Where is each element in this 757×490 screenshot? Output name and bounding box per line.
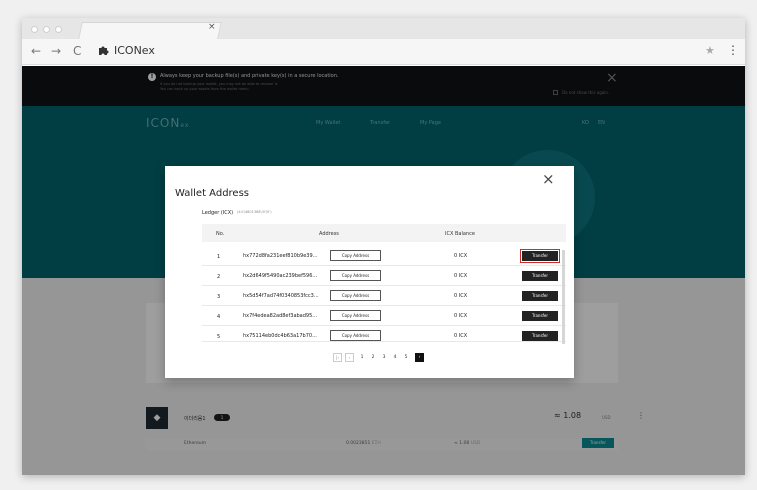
back-icon[interactable]: ← [31, 44, 41, 58]
page-4[interactable]: 4 [391, 353, 399, 362]
transfer-button[interactable]: Transfer [522, 331, 558, 341]
table-row: 5 hx75114eb0dc4b63a17b70... Copy Address… [202, 326, 566, 342]
page-5[interactable]: 5 [402, 353, 410, 362]
copy-address-button[interactable]: Copy Address [330, 290, 381, 301]
row-number: 3 [217, 294, 221, 300]
row-balance: 0 ICX [454, 333, 468, 339]
row-address: hx772d8fa231eef810b9e39... [243, 253, 318, 259]
transfer-button[interactable]: Transfer [520, 249, 560, 263]
row-number: 2 [217, 274, 221, 280]
table-row: 1 hx772d8fa231eef810b9e39... Copy Addres… [202, 246, 566, 266]
modal-subtitle: Ledger (ICX) [202, 210, 234, 216]
table-row: 4 hx7f4edea82ad8ef3abad95... Copy Addres… [202, 306, 566, 326]
row-balance: 0 ICX [454, 293, 468, 299]
tab-close-icon[interactable]: × [208, 22, 216, 32]
reload-icon[interactable]: C [73, 44, 81, 58]
row-balance: 0 ICX [454, 273, 468, 279]
copy-address-button[interactable]: Copy Address [330, 310, 381, 321]
window-close-dot[interactable] [31, 26, 38, 33]
copy-address-button[interactable]: Copy Address [330, 270, 381, 281]
row-number: 4 [217, 314, 221, 320]
copy-address-button[interactable]: Copy Address [330, 250, 381, 261]
table-row: 2 hx2d649f5490ac239bef596... Copy Addres… [202, 266, 566, 286]
page-1[interactable]: 1 [358, 353, 366, 362]
modal-title: Wallet Address [175, 188, 250, 199]
table-header: No. Address ICX Balance [202, 224, 566, 242]
column-address: Address [319, 231, 339, 237]
column-no: No. [216, 231, 225, 237]
forward-icon[interactable]: → [51, 44, 61, 58]
transfer-button[interactable]: Transfer [522, 271, 558, 281]
puzzle-icon [97, 44, 109, 59]
window-maximize-dot[interactable] [55, 26, 62, 33]
row-address: hx2d649f5490ac239bef596... [243, 273, 318, 279]
browser-tab[interactable] [78, 22, 222, 39]
browser-window: × ← → C ICONex ★ ⋮ ! Always keep your ba… [22, 18, 745, 475]
page-title: ICONex [114, 44, 155, 57]
page-2[interactable]: 2 [369, 353, 377, 362]
derivation-path: (44'/4801368'/0'/0') [237, 210, 272, 214]
row-address: hx5d54f7ad74f0340853fcc3... [243, 293, 319, 299]
row-number: 1 [217, 254, 221, 260]
transfer-button[interactable]: Transfer [522, 291, 558, 301]
column-balance: ICX Balance [445, 231, 475, 237]
table-scrollbar[interactable] [562, 250, 565, 344]
row-number: 5 [217, 334, 221, 340]
menu-icon[interactable]: ⋮ [727, 43, 739, 57]
tab-bar: × [22, 18, 745, 39]
browser-toolbar: ← → C ICONex ★ ⋮ [22, 39, 745, 65]
row-address: hx7f4edea82ad8ef3abad95... [243, 313, 318, 319]
wallet-address-modal: Wallet Address × Ledger (ICX) (44'/48013… [165, 166, 574, 378]
row-balance: 0 ICX [454, 313, 468, 319]
next-page-button[interactable]: › [415, 353, 424, 362]
prev-page-button[interactable]: ‹ [345, 353, 354, 362]
page-3[interactable]: 3 [380, 353, 388, 362]
first-page-button[interactable]: |‹ [333, 353, 342, 362]
copy-address-button[interactable]: Copy Address [330, 330, 381, 341]
modal-close-icon[interactable]: × [542, 170, 555, 188]
window-minimize-dot[interactable] [43, 26, 50, 33]
table-row: 3 hx5d54f7ad74f0340853fcc3... Copy Addre… [202, 286, 566, 306]
transfer-button[interactable]: Transfer [522, 311, 558, 321]
star-icon[interactable]: ★ [705, 44, 715, 57]
row-address: hx75114eb0dc4b63a17b70... [243, 333, 317, 339]
row-balance: 0 ICX [454, 253, 468, 259]
